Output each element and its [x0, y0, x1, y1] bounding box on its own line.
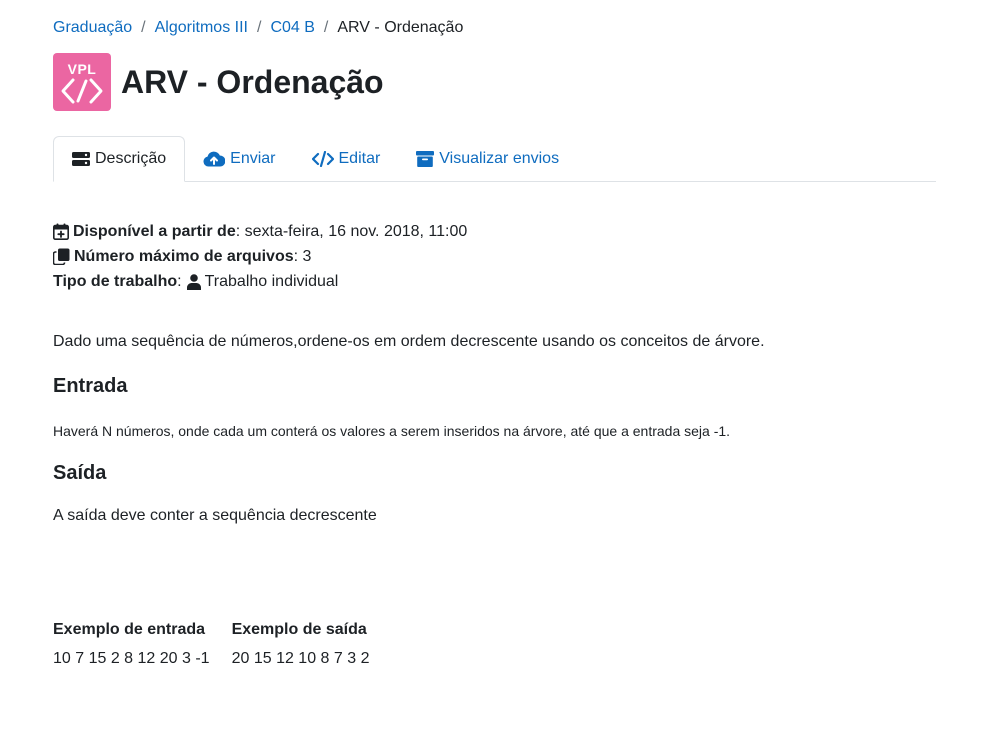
cloud-upload-icon	[203, 151, 226, 167]
info-work-type: Tipo de trabalho : Trabalho individual	[53, 269, 467, 294]
info-available-from: Disponível a partir de : sexta-feira, 16…	[53, 219, 467, 244]
tab-editar[interactable]: Editar	[294, 136, 399, 181]
breadcrumb-current: ARV - Ordenação	[337, 19, 464, 36]
example-input-header: Exemplo de entrada	[53, 621, 206, 638]
input-description: Haverá N números, onde cada um conterá o…	[53, 423, 731, 439]
page-header: VPL ARV - Ordenação	[53, 53, 384, 111]
code-icon	[311, 150, 334, 167]
tab-label: Editar	[338, 149, 381, 167]
info-max-files: Número máximo de arquivos : 3	[53, 244, 467, 269]
max-files-label: Número máximo de arquivos	[74, 248, 294, 265]
breadcrumb: Graduação / Algoritmos III / C04 B / ARV…	[53, 18, 463, 38]
archive-icon	[416, 150, 435, 167]
breadcrumb-separator: /	[256, 19, 262, 36]
breadcrumb-separator: /	[323, 19, 329, 36]
work-type-value: Trabalho individual	[204, 273, 339, 290]
tab-enviar[interactable]: Enviar	[185, 136, 293, 181]
page-title: ARV - Ordenação	[121, 64, 384, 100]
breadcrumb-link-algoritmos[interactable]: Algoritmos III	[155, 18, 248, 38]
tab-bar: Descrição Enviar Editar Visualizar envio…	[53, 135, 936, 182]
example-output-cell: 20 15 12 10 8 7 3 2	[231, 650, 370, 667]
output-description: A saída deve conter a sequência decresce…	[53, 507, 377, 524]
description-intro: Dado uma sequência de números,ordene-os …	[53, 333, 765, 350]
output-heading: Saída	[53, 462, 107, 484]
tab-visualizar-envios[interactable]: Visualizar envios	[398, 136, 577, 181]
input-heading: Entrada	[53, 375, 128, 397]
work-type-separator: :	[177, 273, 182, 290]
example-input-cell: 10 7 15 2 8 12 20 3 -1	[53, 650, 210, 667]
activity-info: Disponível a partir de : sexta-feira, 16…	[53, 219, 467, 294]
code-brackets-icon	[61, 78, 103, 103]
server-icon	[72, 152, 90, 166]
tab-label: Visualizar envios	[439, 149, 560, 167]
user-icon	[186, 273, 201, 290]
calendar-plus-icon	[53, 223, 69, 240]
tab-descricao[interactable]: Descrição	[53, 136, 186, 182]
table-row: 10 7 15 2 8 12 20 3 -1 20 15 12 10 8 7 3…	[53, 647, 391, 671]
examples-table: Exemplo de entrada Exemplo de saída 10 7…	[53, 618, 391, 671]
available-from-value: : sexta-feira, 16 nov. 2018, 11:00	[235, 223, 468, 240]
vpl-logo-text: VPL	[67, 60, 97, 77]
copy-icon	[53, 248, 70, 265]
available-from-label: Disponível a partir de	[73, 223, 236, 240]
work-type-label: Tipo de trabalho	[53, 273, 178, 290]
tab-label: Descrição	[95, 150, 167, 167]
tab-label: Enviar	[230, 149, 276, 167]
vpl-logo: VPL	[53, 53, 111, 111]
table-header-row: Exemplo de entrada Exemplo de saída	[53, 618, 391, 647]
breadcrumb-link-graduacao[interactable]: Graduação	[53, 18, 132, 38]
example-output-header: Exemplo de saída	[231, 621, 367, 638]
max-files-value: : 3	[293, 248, 312, 265]
breadcrumb-separator: /	[141, 19, 146, 36]
page: Graduação / Algoritmos III / C04 B / ARV…	[0, 0, 1000, 753]
breadcrumb-link-course-section[interactable]: C04 B	[270, 18, 314, 38]
